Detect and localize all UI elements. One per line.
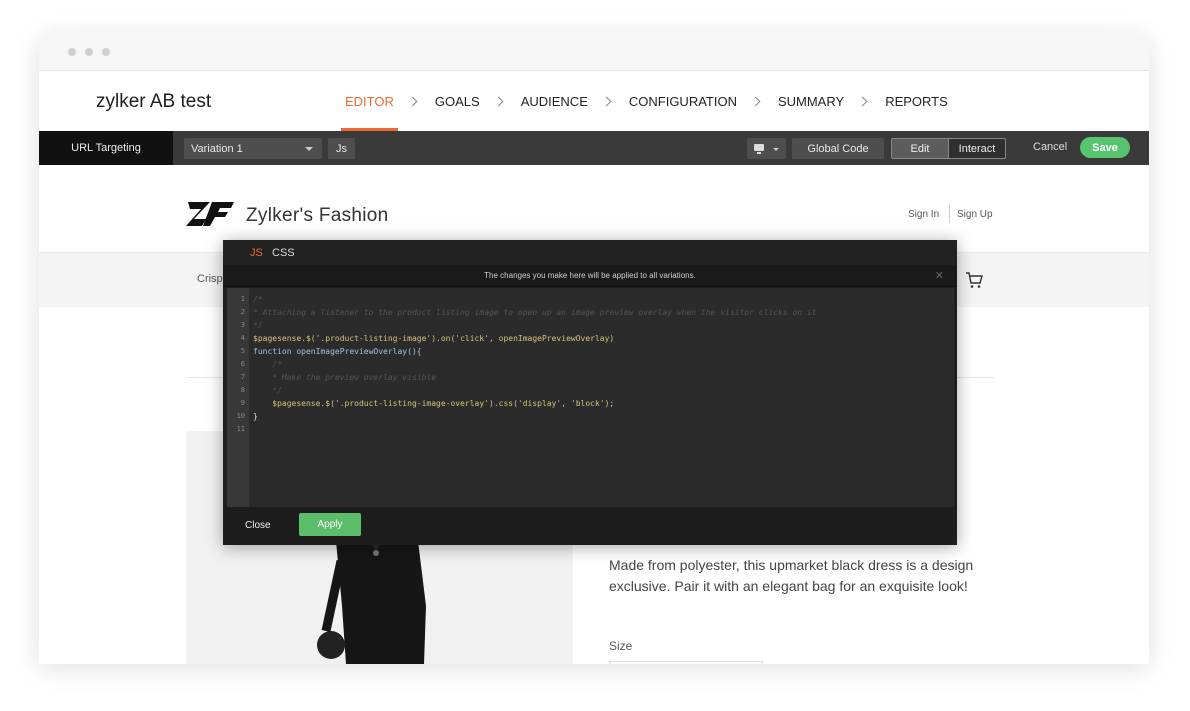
line-number: 11 xyxy=(236,425,245,433)
cart-icon[interactable] xyxy=(965,271,983,289)
code-line: */ xyxy=(253,386,282,395)
line-number: 9 xyxy=(240,399,245,407)
apply-button[interactable]: Apply xyxy=(299,513,361,536)
device-select[interactable] xyxy=(747,138,786,159)
code-line: $pagesense.$('.product-listing-image-ove… xyxy=(253,399,615,408)
line-number: 2 xyxy=(240,308,245,316)
code-line: function openImagePreviewOverlay(){ xyxy=(253,347,422,356)
monitor-icon xyxy=(754,144,764,154)
window-dot-icon xyxy=(102,48,110,56)
chevron-right-icon xyxy=(407,96,418,106)
chevron-right-icon xyxy=(601,96,612,106)
code-line: } xyxy=(253,412,258,421)
window-dot-icon xyxy=(68,48,76,56)
step-nav: EDITOR GOALS AUDIENCE CONFIGURATION SUMM… xyxy=(341,71,952,131)
product-description: Made from polyester, this upmarket black… xyxy=(609,557,974,594)
notice-text: The changes you make here will be applie… xyxy=(484,271,696,280)
url-targeting-button[interactable]: URL Targeting xyxy=(39,131,173,165)
code-line: /* xyxy=(253,360,282,369)
divider xyxy=(949,205,950,223)
cancel-button[interactable]: Cancel xyxy=(1033,141,1067,153)
zylker-logo-icon xyxy=(186,202,234,226)
close-button[interactable]: Close xyxy=(245,520,271,531)
browser-titlebar xyxy=(39,33,1149,71)
tab-audience[interactable]: AUDIENCE xyxy=(517,71,592,131)
line-number: 6 xyxy=(240,360,245,368)
edit-mode-button[interactable]: Edit xyxy=(892,139,949,158)
mode-toggle: Edit Interact xyxy=(891,138,1006,159)
js-button[interactable]: Js xyxy=(328,138,355,159)
code-line: */ xyxy=(253,321,263,330)
code-line: * Attaching a listener to the product li… xyxy=(253,308,817,317)
line-number: 5 xyxy=(240,347,245,355)
code-line: $pagesense.$('.product-listing-image').o… xyxy=(253,334,615,343)
code-line: /* xyxy=(253,295,263,304)
caret-down-icon xyxy=(305,147,313,151)
site-brand: Zylker's Fashion xyxy=(246,205,389,226)
size-select[interactable] xyxy=(609,661,763,664)
line-number: 10 xyxy=(236,412,245,420)
variation-select-label: Variation 1 xyxy=(191,142,243,155)
window-dot-icon xyxy=(85,48,93,56)
tab-css[interactable]: CSS xyxy=(272,247,295,259)
size-label: Size xyxy=(609,639,633,653)
sign-in-link[interactable]: Sign In xyxy=(908,209,939,220)
nav-item[interactable]: Crisp xyxy=(197,273,223,285)
editor-tabs: JS CSS xyxy=(223,240,957,265)
caret-down-icon xyxy=(773,148,779,151)
tab-js[interactable]: JS xyxy=(250,247,263,259)
app-header: zylker AB test EDITOR GOALS AUDIENCE CON… xyxy=(39,71,1149,131)
chevron-right-icon xyxy=(493,96,504,106)
browser-window: zylker AB test EDITOR GOALS AUDIENCE CON… xyxy=(39,33,1149,664)
tab-summary[interactable]: SUMMARY xyxy=(774,71,848,131)
global-code-button[interactable]: Global Code xyxy=(792,138,884,159)
line-number: 1 xyxy=(240,295,245,303)
line-number: 4 xyxy=(240,334,245,342)
editor-footer: Close Apply xyxy=(223,507,957,545)
chevron-right-icon xyxy=(750,96,761,106)
line-number: 7 xyxy=(240,373,245,381)
close-icon[interactable]: ✕ xyxy=(935,269,944,282)
experiment-title: zylker AB test xyxy=(96,91,212,112)
code-editor-dialog: JS CSS The changes you make here will be… xyxy=(223,240,957,545)
save-button[interactable]: Save xyxy=(1080,137,1130,158)
interact-mode-button[interactable]: Interact xyxy=(949,139,1005,158)
tab-reports[interactable]: REPORTS xyxy=(881,71,952,131)
variation-notice: The changes you make here will be applie… xyxy=(223,265,957,287)
sign-up-link[interactable]: Sign Up xyxy=(957,209,993,220)
code-area[interactable] xyxy=(249,288,954,507)
line-number: 3 xyxy=(240,321,245,329)
tab-goals[interactable]: GOALS xyxy=(431,71,484,131)
tab-configuration[interactable]: CONFIGURATION xyxy=(625,71,741,131)
editor-toolbar: URL Targeting Variation 1 Js Global Code… xyxy=(39,131,1149,165)
chevron-right-icon xyxy=(857,96,868,106)
tab-editor[interactable]: EDITOR xyxy=(341,71,398,131)
code-line: * Make the preview overlay visible xyxy=(253,373,437,382)
line-number: 8 xyxy=(240,386,245,394)
variation-select[interactable]: Variation 1 xyxy=(184,138,322,159)
